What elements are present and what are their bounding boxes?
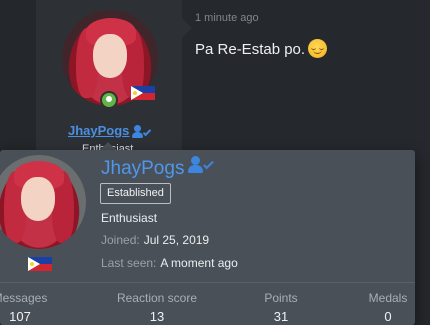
post-content-panel (182, 0, 430, 160)
tooltip-user-title: Enthusiast (101, 211, 158, 225)
stats-divider (0, 282, 415, 283)
stat-label: Messages (0, 291, 48, 305)
author-username-link[interactable]: JhayPogs (68, 123, 152, 139)
stat-label: Reaction score (116, 291, 198, 305)
author-username[interactable]: JhayPogs (68, 123, 129, 138)
user-check-icon (188, 156, 215, 174)
joined-label: Joined: (101, 233, 140, 247)
philippines-flag-icon (131, 86, 155, 100)
philippines-flag-icon (28, 257, 52, 271)
joined-row: Joined: Jul 25, 2019 (101, 233, 209, 247)
stat-label: Medals (368, 291, 408, 305)
stat-value: 31 (273, 309, 289, 324)
stat-reaction-score[interactable]: Reaction score 13 (102, 291, 212, 324)
stat-messages[interactable]: Messages 107 (0, 291, 75, 324)
stat-medals[interactable]: Medals 0 (333, 291, 430, 324)
stat-label: Points (264, 291, 298, 305)
online-status-icon (100, 91, 118, 109)
stat-value: 0 (384, 309, 392, 324)
user-check-icon (132, 124, 152, 139)
stat-value: 107 (9, 309, 31, 324)
post-notch (182, 18, 192, 38)
user-status-badge: Established (100, 183, 171, 204)
joined-value: Jul 25, 2019 (143, 233, 210, 247)
last-seen-label: Last seen: (101, 256, 157, 270)
member-tooltip-arrow (100, 142, 116, 150)
last-seen-value: A moment ago (160, 256, 238, 270)
post-message: Pa Re-Estab po. (195, 39, 328, 58)
post-message-text: Pa Re-Estab po. (195, 41, 306, 58)
tooltip-username[interactable]: JhayPogs (101, 158, 184, 179)
post-timestamp[interactable]: 1 minute ago (195, 12, 259, 24)
stat-points[interactable]: Points 31 (226, 291, 336, 324)
tooltip-username-link[interactable]: JhayPogs (101, 156, 215, 180)
last-seen-row: Last seen: A moment ago (101, 256, 238, 270)
stat-value: 13 (149, 309, 165, 324)
smiling-face-emoji-icon (308, 39, 328, 58)
